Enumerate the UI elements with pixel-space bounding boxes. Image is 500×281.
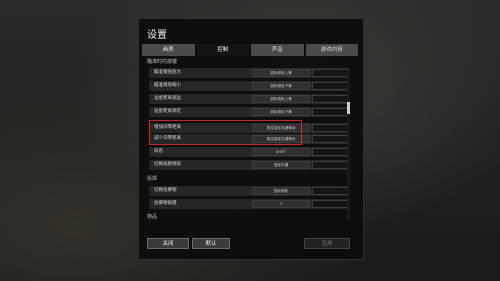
secondary-key-binding[interactable] [312,148,348,156]
primary-key-binding[interactable]: SHIFT [252,148,310,156]
keybind-row: 瞄准镜倍放大 鼠标滚轮上滑 [149,68,349,78]
keybind-label: 瞄准镜倍放大 [154,70,181,75]
tab-gameplay[interactable]: 游戏内容 [305,44,358,56]
primary-key-binding[interactable]: 鼠标滚轮下滑 [252,82,310,90]
primary-key-binding[interactable]: 鼠标滚轮上滑 [252,95,310,103]
keybind-label: 瞄准镜倍缩小 [154,83,181,88]
keybind-label: 准星距离调远 [154,96,181,101]
default-button[interactable]: 默认 [192,238,230,249]
section-header-throwing: 投掷 [147,176,158,182]
keybind-row: 切换肩膀视角 鼠标中键 [149,160,349,170]
secondary-key-binding[interactable] [312,124,348,132]
tab-graphics[interactable]: 画质 [142,44,195,56]
tab-sound[interactable]: 声音 [251,44,304,56]
keybind-label: 投掷物按键 [154,201,177,206]
settings-tab-bar: 画质 控制 声音 游戏内容 [142,44,358,56]
keybind-label: 屏息 [154,149,163,154]
secondary-key-binding[interactable] [312,95,348,103]
settings-title: 设置 [147,30,167,41]
zeroing-highlight-box [149,120,302,145]
keybind-row: 投掷物按键 7 [149,199,349,209]
section-header-aiming: 瞄准时的按键 [147,59,178,65]
keybind-label: 准星距离调近 [154,109,181,114]
keybind-row: 屏息 SHIFT [149,147,349,157]
keybind-row: 准星距离调近 鼠标滚轮下滑 [149,107,349,117]
apply-button[interactable]: 应用 [304,238,350,249]
tab-controls[interactable]: 控制 [196,44,249,56]
scrollbar-thumb[interactable] [347,102,350,114]
primary-key-binding[interactable]: 7 [252,200,310,208]
secondary-key-binding[interactable] [312,135,348,143]
primary-key-binding[interactable]: 鼠标滚轮下滑 [252,108,310,116]
secondary-key-binding[interactable] [312,82,348,90]
keybind-row: 切换投掷物 鼠标滚轮 [149,186,349,196]
primary-key-binding[interactable]: 鼠标滚轮 [252,187,310,195]
scrollbar-track[interactable] [347,70,350,220]
keybind-row: 瞄准镜倍缩小 鼠标滚轮下滑 [149,81,349,91]
keybind-label: 切换投掷物 [154,188,177,193]
secondary-key-binding[interactable] [312,161,348,169]
secondary-key-binding[interactable] [312,69,348,77]
close-button[interactable]: 关闭 [147,238,189,249]
secondary-key-binding[interactable] [312,108,348,116]
primary-key-binding[interactable]: 鼠标中键 [252,161,310,169]
section-header-items: 物品 [147,214,158,220]
keybind-label: 切换肩膀视角 [154,162,181,167]
primary-key-binding[interactable]: 鼠标滚轮上滑 [252,69,310,77]
keybind-row: 准星距离调远 鼠标滚轮上滑 [149,94,349,104]
secondary-key-binding[interactable] [312,200,348,208]
secondary-key-binding[interactable] [312,187,348,195]
